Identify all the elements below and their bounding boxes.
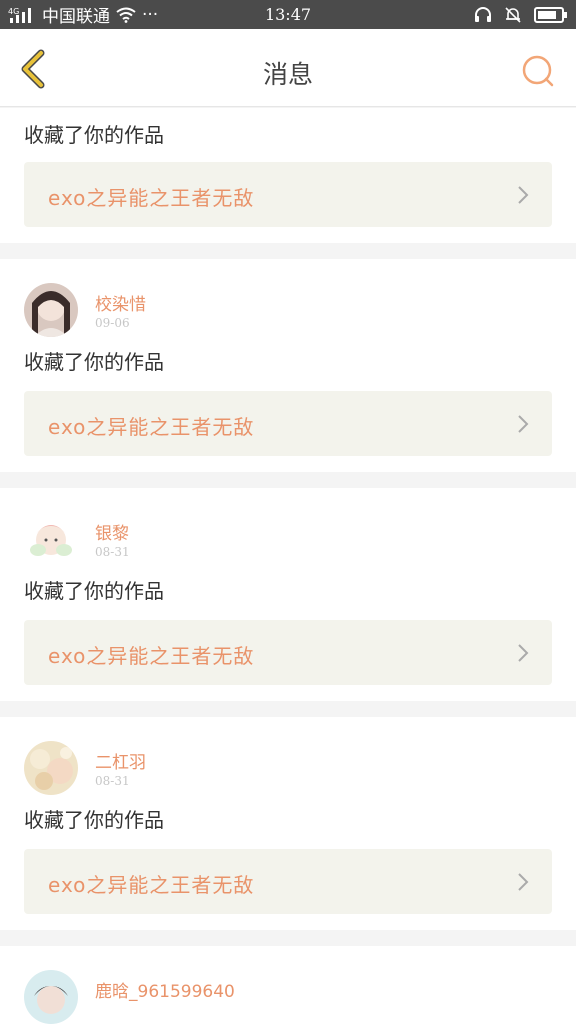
chevron-right-icon — [518, 186, 529, 204]
search-button[interactable] — [520, 53, 556, 89]
message-header: 校染惜 09-06 — [0, 259, 576, 337]
message-action: 收藏了你的作品 — [24, 349, 164, 374]
avatar[interactable] — [24, 283, 78, 337]
work-link[interactable]: exo之异能之王者无敌 — [24, 849, 552, 914]
user-name[interactable]: 银黎 — [95, 519, 129, 544]
user-name[interactable]: 鹿晗_961599640 — [95, 977, 235, 1002]
message-header: 二杠羽 08-31 — [0, 717, 576, 795]
chevron-right-icon — [518, 644, 529, 662]
work-title: exo之异能之王者无敌 — [48, 644, 255, 668]
user-name[interactable]: 二杠羽 — [95, 748, 146, 773]
list-item: 银黎 08-31 收藏了你的作品 exo之异能之王者无敌 — [0, 488, 576, 701]
page-title: 消息 — [262, 60, 313, 89]
avatar[interactable] — [24, 741, 78, 795]
mute-bell-icon — [504, 6, 522, 24]
list-item: 校染惜 09-06 收藏了你的作品 exo之异能之王者无敌 — [0, 259, 576, 472]
message-date: 08-31 — [95, 545, 130, 559]
message-date: 08-31 — [95, 774, 130, 788]
work-link[interactable]: exo之异能之王者无敌 — [24, 162, 552, 227]
carrier-name: 中国联通 — [42, 7, 110, 27]
headphone-icon — [474, 6, 492, 24]
work-link[interactable]: exo之异能之王者无敌 — [24, 620, 552, 685]
avatar[interactable] — [24, 512, 78, 566]
work-title: exo之异能之王者无敌 — [48, 186, 255, 210]
message-header: 银黎 08-31 — [0, 488, 576, 566]
avatar[interactable] — [24, 970, 78, 1024]
message-date: 09-06 — [95, 316, 130, 330]
status-left: 4G 中国联通 ··· — [8, 2, 208, 28]
list-item: 二杠羽 08-31 收藏了你的作品 exo之异能之王者无敌 — [0, 717, 576, 930]
user-name[interactable]: 校染惜 — [95, 290, 146, 315]
app-screen: 4G 中国联通 ··· 13:47 消息 收藏了你的作品 exo之异能之王者无敌… — [0, 0, 576, 1024]
top-nav-bar: 消息 — [0, 29, 576, 107]
svg-text:4G: 4G — [8, 7, 19, 16]
battery-icon — [534, 6, 568, 24]
message-list: 收藏了你的作品 exo之异能之王者无敌 校染惜 09-06 收藏了你的作品 ex… — [0, 108, 576, 1024]
status-bar: 4G 中国联通 ··· 13:47 — [0, 0, 576, 29]
search-icon — [522, 55, 554, 87]
message-action: 收藏了你的作品 — [24, 578, 164, 603]
list-item: 收藏了你的作品 exo之异能之王者无敌 — [0, 108, 576, 243]
work-title: exo之异能之王者无敌 — [48, 415, 255, 439]
wifi-icon — [116, 7, 136, 23]
message-action: 收藏了你的作品 — [24, 122, 164, 147]
message-action: 收藏了你的作品 — [24, 807, 164, 832]
message-header: 鹿晗_961599640 — [0, 946, 576, 1024]
chevron-right-icon — [518, 415, 529, 433]
list-item: 鹿晗_961599640 — [0, 946, 576, 1024]
chevron-right-icon — [518, 873, 529, 891]
more-status-icon: ··· — [142, 4, 159, 25]
signal-icon: 4G — [8, 6, 36, 24]
work-link[interactable]: exo之异能之王者无敌 — [24, 391, 552, 456]
work-title: exo之异能之王者无敌 — [48, 873, 255, 897]
status-right — [474, 6, 568, 24]
